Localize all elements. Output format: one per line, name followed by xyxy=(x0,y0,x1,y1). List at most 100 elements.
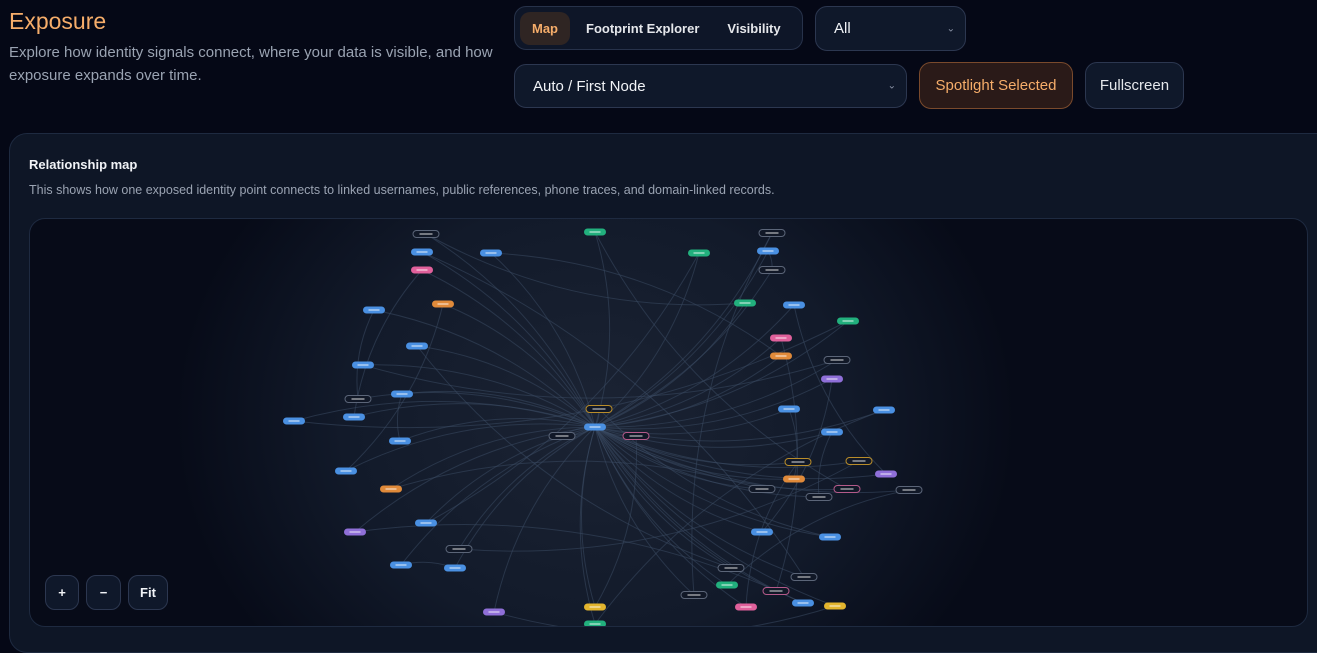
graph-node[interactable] xyxy=(758,229,786,237)
graph-node[interactable] xyxy=(821,428,843,436)
graph-node[interactable] xyxy=(411,248,433,256)
graph-node[interactable] xyxy=(283,417,305,425)
fit-button[interactable]: Fit xyxy=(128,575,168,610)
graph-node[interactable] xyxy=(717,564,745,572)
graph-node[interactable] xyxy=(762,587,790,595)
graph-edge xyxy=(345,303,444,472)
graph-node[interactable] xyxy=(792,599,814,607)
graph-node[interactable] xyxy=(845,457,873,465)
graph-node[interactable] xyxy=(415,519,437,527)
graph-node[interactable] xyxy=(411,266,433,274)
graph-node[interactable] xyxy=(412,230,440,238)
graph-node[interactable] xyxy=(344,528,366,536)
graph-node[interactable] xyxy=(480,249,502,257)
graph-edge xyxy=(793,304,887,475)
graph-node[interactable] xyxy=(748,485,776,493)
graph-node[interactable] xyxy=(344,395,372,403)
zoom-in-button[interactable]: + xyxy=(45,575,79,610)
graph-node[interactable] xyxy=(584,620,606,628)
graph-node[interactable] xyxy=(783,301,805,309)
graph-edge xyxy=(425,233,746,306)
graph-node[interactable] xyxy=(805,493,833,501)
graph-edge xyxy=(390,460,763,490)
graph-edge xyxy=(400,426,596,566)
card-description: This shows how one exposed identity poin… xyxy=(29,183,775,197)
tab-footprint-explorer[interactable]: Footprint Explorer xyxy=(574,12,711,45)
graph-node[interactable] xyxy=(343,413,365,421)
graph-node[interactable] xyxy=(734,299,756,307)
graph-edge xyxy=(594,409,885,625)
graph-edge xyxy=(454,426,596,569)
graph-edge xyxy=(373,309,596,428)
graph-edge xyxy=(726,489,910,586)
tab-map[interactable]: Map xyxy=(520,11,570,45)
graph-node[interactable] xyxy=(335,467,357,475)
graph-node[interactable] xyxy=(584,423,606,431)
graph-node[interactable] xyxy=(783,475,805,483)
graph-node[interactable] xyxy=(363,306,385,314)
graph-node[interactable] xyxy=(790,573,818,581)
graph-node[interactable] xyxy=(778,405,800,413)
graph-edge xyxy=(396,393,403,442)
graph-node[interactable] xyxy=(390,561,412,569)
view-tabs: Map Footprint Explorer Visibility xyxy=(514,6,803,50)
graph-edge xyxy=(594,252,700,428)
graph-node[interactable] xyxy=(875,470,897,478)
graph-node[interactable] xyxy=(445,545,473,553)
page-subtitle: Explore how identity signals connect, wh… xyxy=(9,44,493,84)
graph-node[interactable] xyxy=(770,352,792,360)
graph-edge xyxy=(594,231,848,490)
graph-svg[interactable] xyxy=(30,219,1308,627)
graph-node[interactable] xyxy=(757,247,779,255)
graph-node[interactable] xyxy=(406,342,428,350)
chevron-down-icon: ⌄ xyxy=(946,23,955,34)
chevron-down-icon: ⌄ xyxy=(887,80,896,92)
graph-node[interactable] xyxy=(584,228,606,236)
graph-edge xyxy=(594,355,782,428)
graph-edge xyxy=(594,426,777,592)
graph-node[interactable] xyxy=(716,581,738,589)
graph-node[interactable] xyxy=(432,300,454,308)
graph-edge xyxy=(579,426,596,625)
graph-edge xyxy=(293,400,596,428)
graph-node[interactable] xyxy=(784,458,812,466)
graph-node[interactable] xyxy=(389,437,411,445)
spotlight-selected-button[interactable]: Spotlight Selected xyxy=(919,62,1073,109)
zoom-out-button[interactable]: − xyxy=(86,575,121,610)
graph-node[interactable] xyxy=(584,603,606,611)
graph-node[interactable] xyxy=(444,564,466,572)
tab-visibility[interactable]: Visibility xyxy=(715,12,792,45)
graph-node[interactable] xyxy=(837,317,859,325)
graph-node[interactable] xyxy=(391,390,413,398)
relationship-map-canvas[interactable] xyxy=(29,218,1308,627)
graph-node[interactable] xyxy=(758,266,786,274)
graph-node[interactable] xyxy=(483,608,505,616)
graph-node[interactable] xyxy=(873,406,895,414)
page-title: Exposure xyxy=(9,8,107,34)
filter-select[interactable]: All ⌄ xyxy=(815,6,966,51)
graph-node[interactable] xyxy=(819,533,841,541)
graph-node[interactable] xyxy=(821,375,843,383)
graph-node[interactable] xyxy=(770,334,792,342)
graph-node[interactable] xyxy=(895,486,923,494)
graph-node[interactable] xyxy=(735,603,757,611)
graph-node[interactable] xyxy=(823,356,851,364)
fullscreen-button[interactable]: Fullscreen xyxy=(1085,62,1184,109)
focus-node-select[interactable]: Auto / First Node ⌄ xyxy=(514,64,907,108)
graph-edge xyxy=(594,302,746,428)
graph-node[interactable] xyxy=(380,485,402,493)
graph-node[interactable] xyxy=(833,485,861,493)
graph-edge xyxy=(691,232,773,596)
graph-edge xyxy=(354,524,804,604)
graph-edge xyxy=(493,605,836,626)
graph-node[interactable] xyxy=(548,432,576,440)
graph-node[interactable] xyxy=(688,249,710,257)
graph-node[interactable] xyxy=(824,602,846,610)
graph-node[interactable] xyxy=(622,432,650,440)
graph-node[interactable] xyxy=(352,361,374,369)
card-title: Relationship map xyxy=(29,157,138,172)
graph-node[interactable] xyxy=(585,405,613,413)
filter-select-value: All xyxy=(834,20,851,37)
graph-node[interactable] xyxy=(751,528,773,536)
graph-node[interactable] xyxy=(680,591,708,599)
